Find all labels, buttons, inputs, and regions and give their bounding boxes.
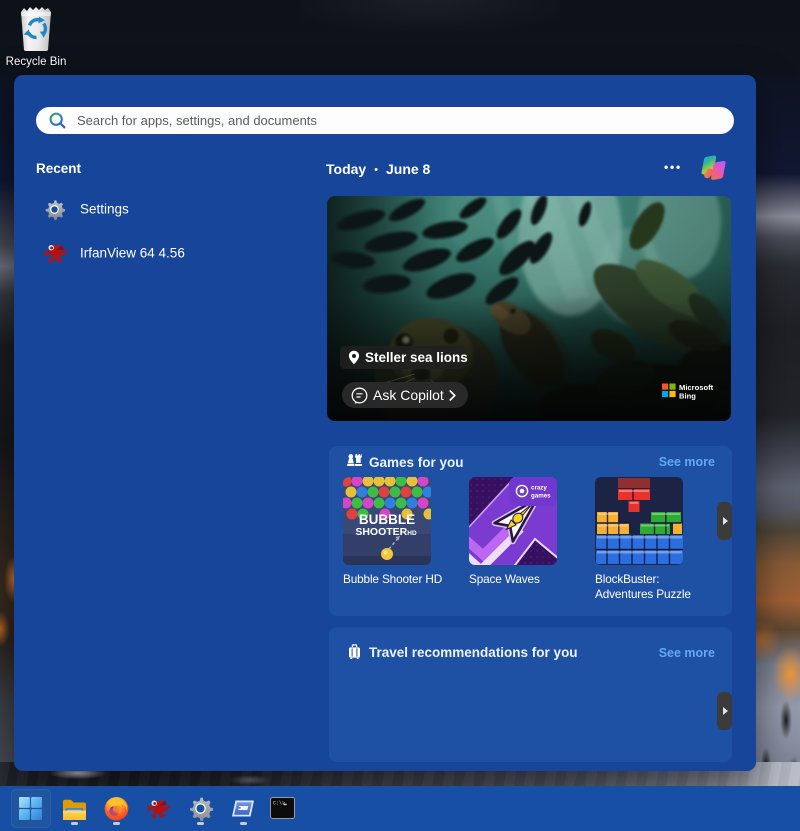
svg-text:games: games (531, 493, 551, 500)
svg-text:BUBBLE: BUBBLE (359, 512, 415, 527)
svg-text:crazy: crazy (531, 485, 547, 492)
svg-text:Bing: Bing (679, 392, 696, 401)
svg-text:C:\>: C:\> (273, 801, 285, 807)
